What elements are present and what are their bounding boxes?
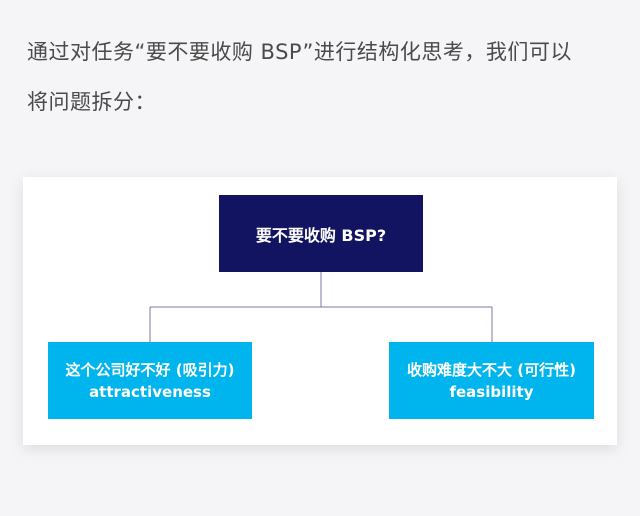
intro-line-2: 将问题拆分： bbox=[27, 90, 156, 114]
intro-paragraph: 通过对任务“要不要收购 BSP”进行结构化思考，我们可以 将问题拆分： bbox=[27, 27, 617, 127]
child-node-label-cn: 收购难度大不大 (可行性) bbox=[407, 360, 576, 379]
child-node-label-en: feasibility bbox=[449, 382, 534, 401]
root-node: 要不要收购 BSP? bbox=[219, 195, 423, 272]
child-node-label-en: attractiveness bbox=[89, 382, 211, 401]
diagram-card: 要不要收购 BSP? 这个公司好不好 (吸引力) attractiveness … bbox=[23, 177, 617, 445]
intro-line-1: 通过对任务“要不要收购 BSP”进行结构化思考，我们可以 bbox=[27, 40, 572, 64]
child-node-feasibility: 收购难度大不大 (可行性) feasibility bbox=[389, 342, 594, 419]
child-node-label-cn: 这个公司好不好 (吸引力) bbox=[65, 360, 235, 379]
root-node-label: 要不要收购 BSP? bbox=[255, 225, 387, 245]
child-node-attractiveness: 这个公司好不好 (吸引力) attractiveness bbox=[48, 342, 252, 419]
